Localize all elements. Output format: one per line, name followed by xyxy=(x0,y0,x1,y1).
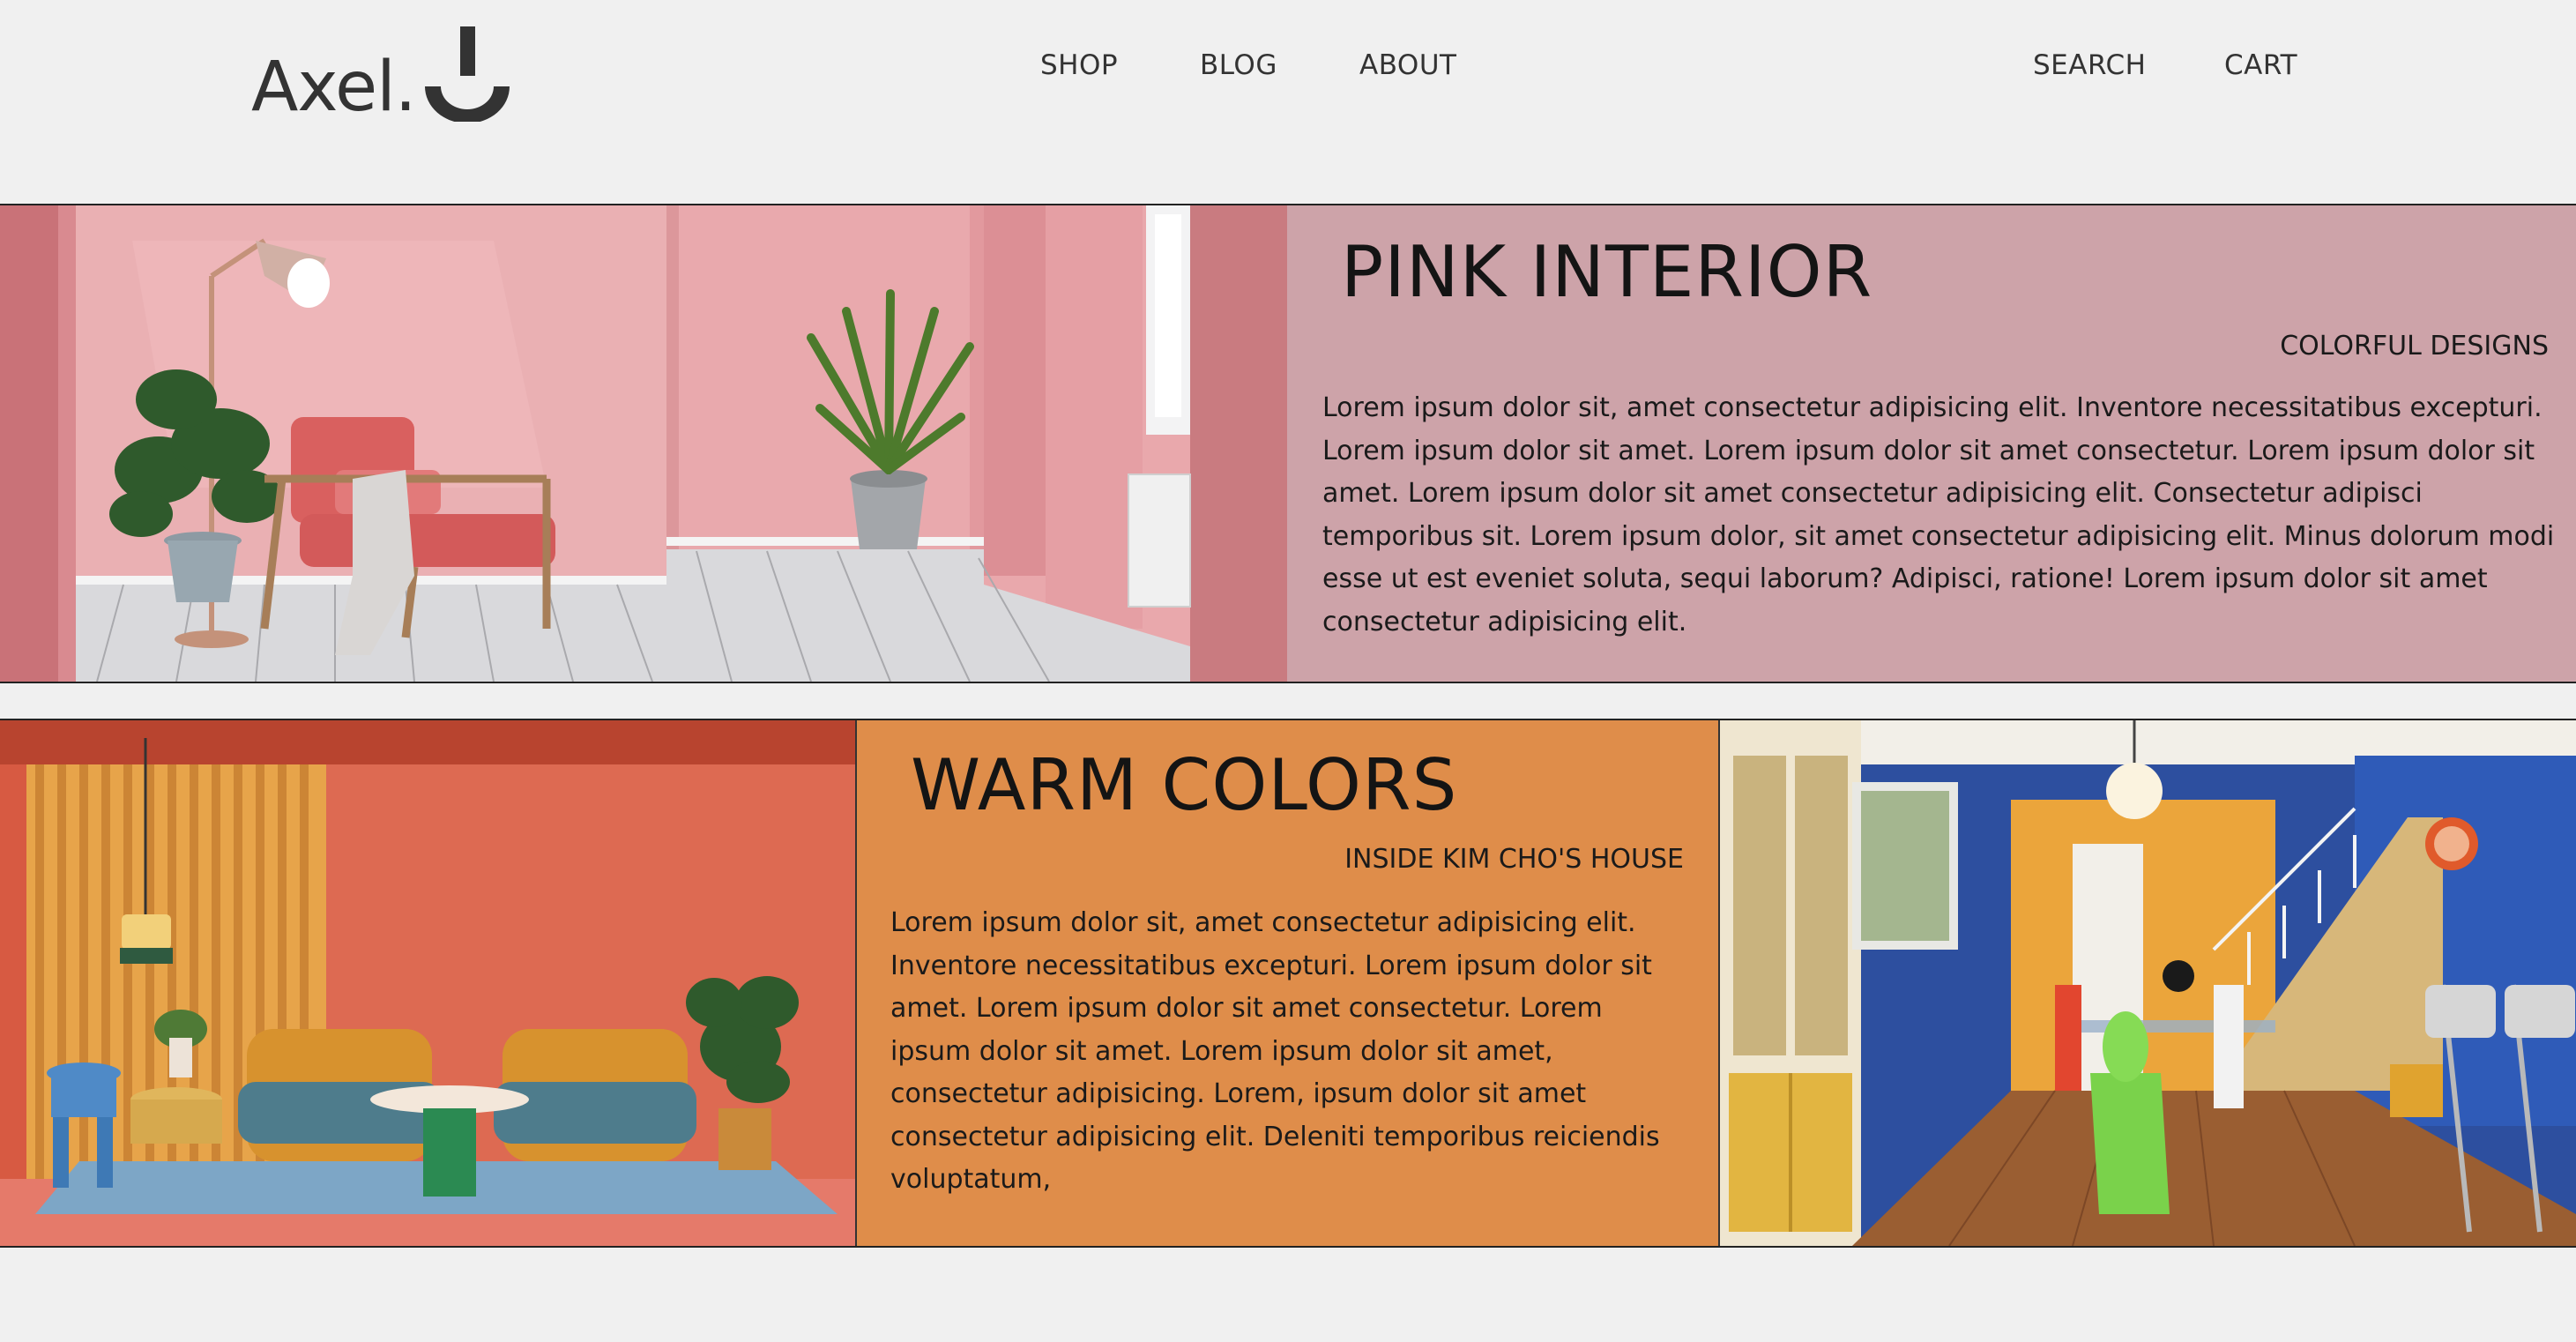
nav-shop-link[interactable]: SHOP xyxy=(1040,49,1118,81)
section-body-text: Lorem ipsum dolor sit, amet consectetur … xyxy=(1322,392,2555,637)
nav-cart-link[interactable]: CART xyxy=(2224,49,2297,81)
brand-name: Axel. xyxy=(251,48,417,127)
colorful-dining-image xyxy=(1720,720,2576,1246)
section-title: PINK INTERIOR xyxy=(1341,231,1873,313)
nav-about-link[interactable]: ABOUT xyxy=(1359,49,1456,81)
warm-colors-section: WARM COLORS INSIDE KIM CHO'S HOUSE Lorem… xyxy=(0,719,2576,1248)
site-header: Axel. SHOP BLOG ABOUT SEARCH CART xyxy=(0,0,2576,205)
pink-room-image xyxy=(0,205,1287,682)
section-title: WARM COLORS xyxy=(911,744,1458,826)
logo-u-icon xyxy=(424,26,510,122)
warm-livingroom-image xyxy=(0,720,855,1246)
section-subtitle: INSIDE KIM CHO'S HOUSE xyxy=(1344,844,1684,875)
section-body-text: Lorem ipsum dolor sit, amet consectetur … xyxy=(890,907,1660,1195)
nav-search-link[interactable]: SEARCH xyxy=(2033,49,2146,81)
section-subtitle: COLORFUL DESIGNS xyxy=(2280,331,2549,362)
brand-logo[interactable]: Axel. xyxy=(251,16,517,122)
pink-interior-section: PINK INTERIOR COLORFUL DESIGNS Lorem ips… xyxy=(0,204,2576,683)
section-divider xyxy=(855,720,857,1246)
nav-blog-link[interactable]: BLOG xyxy=(1200,49,1277,81)
